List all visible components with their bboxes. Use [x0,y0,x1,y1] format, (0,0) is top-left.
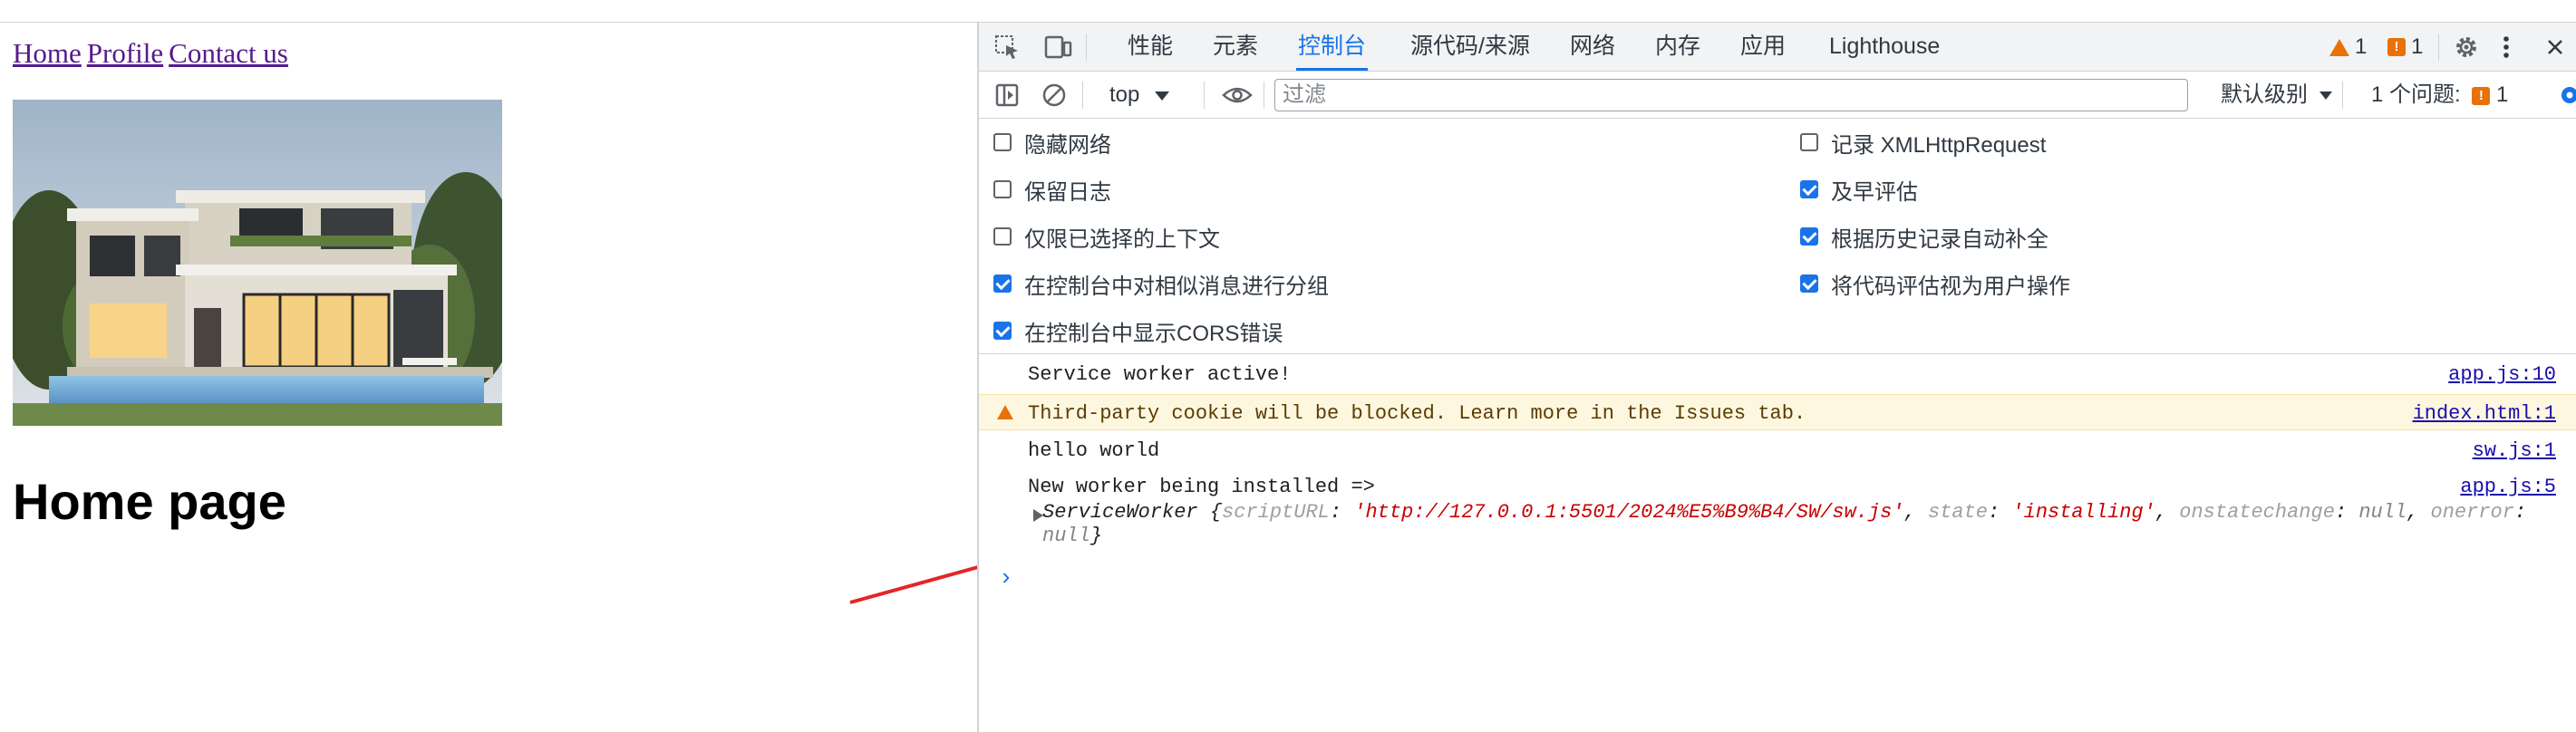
tab-network[interactable]: 网络 [1568,23,1617,71]
devtools-panel: 性能 元素 控制台 源代码/来源 网络 内存 应用 Lighthouse 1 !… [977,23,2576,732]
checkbox-checked[interactable] [993,274,1012,293]
console-prompt-chevron-icon[interactable]: › [999,564,1013,592]
nav-profile-link[interactable]: Profile [87,37,163,69]
setting-option[interactable]: 隐藏网络 [993,124,1111,160]
page-viewport: Home Profile Contact us Home page [0,23,977,732]
setting-label: 保留日志 [1024,179,1111,205]
warning-icon [997,405,1013,419]
setting-label: 在控制台中对相似消息进行分组 [1024,274,1329,299]
live-expression-eye-icon[interactable] [1222,80,1253,111]
setting-option[interactable]: 保留日志 [993,171,1111,207]
more-options-icon[interactable] [2491,32,2522,63]
console-message: New worker being installed => app.js:5 S… [979,468,2576,559]
setting-option[interactable]: 将代码评估视为用户操作 [1800,265,2070,302]
checkbox-unchecked[interactable] [993,180,1012,198]
source-link[interactable]: app.js:5 [2460,476,2556,498]
issue-icon: ! [2472,86,2491,105]
page-title: Home page [13,473,286,530]
source-link[interactable]: sw.js:1 [2473,439,2556,462]
console-output: Service worker active! app.js:10 Third-p… [979,354,2576,732]
console-filter-input[interactable] [1274,79,2188,111]
setting-label: 将代码评估视为用户操作 [1831,274,2070,299]
house-image [13,100,502,426]
tab-console[interactable]: 控制台 [1296,23,1369,71]
tab-memory[interactable]: 内存 [1653,23,1702,71]
dropdown-arrow-icon [2319,92,2332,101]
setting-option[interactable]: 在控制台中显示CORS错误 [993,313,1283,349]
checkbox-unchecked[interactable] [993,227,1012,246]
warning-icon [2329,38,2349,56]
site-nav: Home Profile Contact us [13,37,294,70]
checkbox-checked[interactable] [1800,227,1818,246]
tab-lighthouse[interactable]: Lighthouse [1827,23,1942,71]
tab-application[interactable]: 应用 [1738,23,1787,71]
setting-option[interactable]: 根据历史记录自动补全 [1800,218,2048,255]
red-arrow-annotation [849,565,977,604]
setting-label: 及早评估 [1831,179,1918,205]
checkbox-checked[interactable] [993,322,1012,340]
close-devtools-icon[interactable] [2540,32,2571,63]
context-selector[interactable]: top [1109,79,1170,111]
tab-elements[interactable]: 元素 [1211,23,1260,71]
setting-option[interactable]: 仅限已选择的上下文 [993,218,1220,255]
source-link[interactable]: app.js:10 [2448,363,2556,386]
checkbox-unchecked[interactable] [1800,133,1818,151]
clear-console-icon[interactable] [1039,80,1070,111]
setting-option[interactable]: 在控制台中对相似消息进行分组 [993,265,1329,302]
inspect-element-icon[interactable] [992,32,1022,63]
issue-count-badge[interactable]: ! 1 [2387,34,2423,60]
tab-sources[interactable]: 源代码/来源 [1409,23,1532,71]
nav-contact-link[interactable]: Contact us [169,37,288,69]
device-toolbar-icon[interactable] [1042,32,1073,63]
source-link[interactable]: index.html:1 [2413,402,2556,425]
setting-label: 根据历史记录自动补全 [1831,226,2048,252]
checkbox-unchecked[interactable] [993,133,1012,151]
browser-top-bar [0,0,2576,23]
log-level-select[interactable]: 默认级别 [2221,79,2332,111]
setting-option[interactable]: 记录 XMLHttpRequest [1800,124,2046,160]
object-expander[interactable]: ServiceWorker {scriptURL: 'http://127.0.… [979,501,2576,555]
nav-home-link[interactable]: Home [13,37,82,69]
dropdown-arrow-icon [1155,91,1170,101]
console-warning-message: Third-party cookie will be blocked. Lear… [979,394,2576,430]
checkbox-checked[interactable] [1800,274,1818,293]
issues-counter[interactable]: 1 个问题: ! 1 [2371,79,2508,111]
console-toolbar: top 默认级别 1 个问题: ! 1 [979,72,2576,119]
issue-icon: ! [2387,38,2406,56]
sidebar-toggle-icon[interactable] [992,80,1022,111]
settings-gear-icon[interactable] [2451,32,2482,63]
setting-label: 隐藏网络 [1024,132,1111,158]
devtools-tabbar: 性能 元素 控制台 源代码/来源 网络 内存 应用 Lighthouse 1 !… [979,23,2576,72]
tab-performance[interactable]: 性能 [1126,23,1175,71]
checkbox-checked[interactable] [1800,180,1818,198]
serviceworker-object: ServiceWorker {scriptURL: 'http://127.0.… [1042,501,2527,547]
console-settings-gear-icon[interactable] [2554,80,2576,111]
setting-label: 仅限已选择的上下文 [1024,226,1220,252]
console-settings-panel: 隐藏网络保留日志仅限已选择的上下文在控制台中对相似消息进行分组 在控制台中显示CO… [979,119,2576,354]
console-message: hello world sw.js:1 [1028,439,2556,462]
setting-label: 记录 XMLHttpRequest [1831,132,2047,158]
setting-label: 在控制台中显示CORS错误 [1024,321,1283,346]
setting-option[interactable]: 及早评估 [1800,171,1918,207]
warning-count-badge[interactable]: 1 [2329,34,2367,60]
console-message: Service worker active! app.js:10 [1028,363,2556,386]
